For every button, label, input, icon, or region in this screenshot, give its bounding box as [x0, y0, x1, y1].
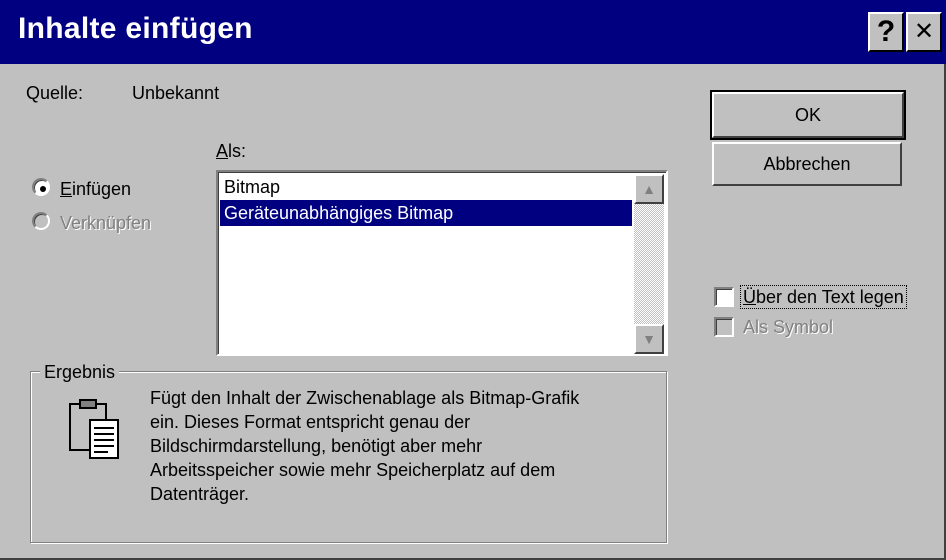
close-icon: ✕ [913, 18, 935, 45]
result-line: Datenträger. [150, 484, 250, 504]
radio-link-label: Verknüpfen [60, 213, 152, 233]
scroll-up-button[interactable]: ▲ [634, 174, 664, 204]
as-label: Als: [216, 141, 247, 161]
scroll-down-button[interactable]: ▼ [634, 324, 664, 354]
result-line: Bildschirmdarstellung, benötigt aber meh… [150, 436, 483, 456]
result-description: Fügt den Inhalt der Zwischenablage als B… [150, 386, 660, 506]
help-icon: ? [876, 15, 896, 48]
result-line: Arbeitsspeicher sowie mehr Speicherplatz… [150, 460, 556, 480]
list-item-selected[interactable]: Geräteunabhängiges Bitmap [220, 200, 632, 226]
checkbox-float-control[interactable] [714, 287, 734, 307]
result-line: Fügt den Inhalt der Zwischenablage als B… [150, 388, 580, 408]
list-scrollbar[interactable]: ▲ ▼ [634, 174, 664, 354]
clipboard-paste-icon [68, 398, 128, 462]
radio-selected-dot [40, 186, 46, 192]
close-button[interactable]: ✕ [906, 12, 942, 52]
checkbox-as-icon-control [714, 317, 734, 337]
checkbox-float-label: Über den Text legen [740, 285, 907, 309]
title-bar[interactable]: Inhalte einfügen ? ✕ [0, 0, 946, 64]
arrow-up-icon: ▲ [642, 181, 656, 197]
radio-link: Verknüpfen [32, 210, 192, 234]
radio-paste-control[interactable] [32, 178, 50, 196]
result-label: Ergebnis [40, 361, 120, 383]
cancel-button[interactable]: Abbrechen [712, 142, 902, 186]
result-line: ein. Dieses Format entspricht genau der [150, 412, 471, 432]
source-label: Quelle: [26, 83, 84, 103]
ok-button[interactable]: OK [710, 90, 906, 140]
radio-paste-label: Einfügen [60, 179, 132, 199]
radio-link-control [32, 212, 50, 230]
source-value: Unbekannt [132, 83, 220, 103]
checkbox-as-icon-label: Als Symbol [743, 317, 834, 337]
radio-paste[interactable]: Einfügen [32, 176, 172, 200]
checkbox-float-over-text[interactable]: Über den Text legen [712, 284, 942, 310]
list-item[interactable]: Bitmap [220, 174, 632, 200]
format-listbox[interactable]: Bitmap Geräteunabhängiges Bitmap ▲ ▼ [216, 170, 668, 356]
window-title: Inhalte einfügen [18, 12, 253, 45]
help-button[interactable]: ? [868, 12, 904, 52]
checkbox-as-icon: Als Symbol [712, 314, 872, 340]
arrow-down-icon: ▼ [642, 331, 656, 347]
